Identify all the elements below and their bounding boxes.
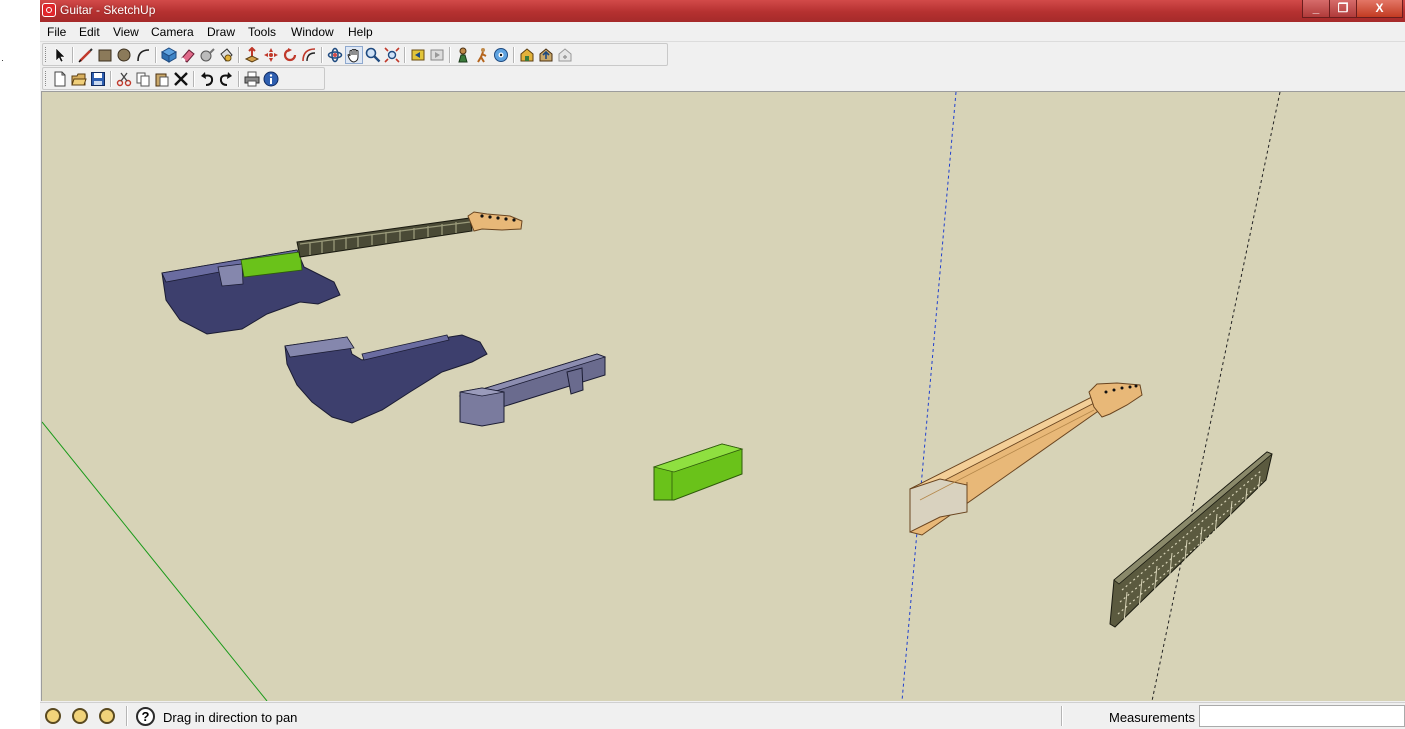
credits-icon[interactable] (72, 708, 88, 724)
fretboard-part (1109, 451, 1273, 628)
user-account-icon[interactable] (99, 708, 115, 724)
arc-icon[interactable] (134, 46, 152, 64)
open-icon[interactable] (70, 70, 88, 88)
rectangle-icon[interactable] (96, 46, 114, 64)
standard-toolbar (42, 67, 325, 90)
paste-icon[interactable] (153, 70, 171, 88)
toolbar-grip[interactable] (45, 71, 49, 86)
geo-location-icon[interactable] (45, 708, 61, 724)
orbit-icon[interactable] (326, 46, 344, 64)
share-model-icon[interactable] (537, 46, 555, 64)
tape-measure-icon[interactable] (198, 46, 216, 64)
measurements-input[interactable] (1199, 705, 1405, 727)
eraser-icon[interactable] (179, 46, 197, 64)
menu-file[interactable]: File (47, 25, 66, 39)
menu-camera[interactable]: Camera (151, 25, 194, 39)
blue-axis-dashed (901, 92, 957, 701)
menu-edit[interactable]: Edit (79, 25, 100, 39)
title-bar: Guitar - SketchUp _ ❐ X (40, 0, 1405, 22)
guitar-assembled (161, 211, 523, 335)
offset-icon[interactable] (300, 46, 318, 64)
select-icon[interactable] (51, 46, 69, 64)
look-around-icon[interactable] (492, 46, 510, 64)
undo-icon[interactable] (198, 70, 216, 88)
delete-icon[interactable] (172, 70, 190, 88)
rotate-icon[interactable] (281, 46, 299, 64)
push-pull-icon[interactable] (243, 46, 261, 64)
close-button[interactable]: X (1356, 0, 1403, 18)
status-message: Drag in direction to pan (163, 710, 298, 725)
copy-icon[interactable] (134, 70, 152, 88)
window-title: Guitar - SketchUp (60, 3, 156, 17)
drawing-viewport[interactable] (41, 91, 1405, 701)
menu-window[interactable]: Window (291, 25, 334, 39)
redo-icon[interactable] (217, 70, 235, 88)
sketchup-logo-icon[interactable] (42, 3, 56, 17)
menu-bar: File Edit View Camera Draw Tools Window … (40, 22, 1405, 42)
green-axis-line (42, 421, 268, 701)
instructor-help-icon[interactable]: ? (136, 707, 155, 726)
make-component-icon[interactable] (160, 46, 178, 64)
cut-icon[interactable] (115, 70, 133, 88)
zoom-icon[interactable] (364, 46, 382, 64)
menu-tools[interactable]: Tools (248, 25, 276, 39)
paint-bucket-icon[interactable] (217, 46, 235, 64)
line-pencil-icon[interactable] (77, 46, 95, 64)
toolbar-grip[interactable] (45, 47, 49, 62)
new-icon[interactable] (51, 70, 69, 88)
3d-warehouse-icon[interactable] (518, 46, 536, 64)
black-guide-dashed (1151, 92, 1281, 701)
maximize-button[interactable]: ❐ (1329, 0, 1357, 18)
wooden-neck-part (909, 382, 1143, 536)
pan-icon[interactable] (345, 46, 363, 64)
stray-pixel (2, 60, 3, 61)
pickup-block-part (652, 443, 744, 501)
save-icon[interactable] (89, 70, 107, 88)
model-info-icon[interactable] (262, 70, 280, 88)
neck-block-part (458, 353, 607, 427)
zoom-extents-icon[interactable] (383, 46, 401, 64)
menu-help[interactable]: Help (348, 25, 373, 39)
measurements-label: Measurements (1109, 710, 1195, 725)
guitar-body-part (284, 334, 488, 424)
sketchup-window: Guitar - SketchUp _ ❐ X File Edit View C… (40, 0, 1405, 729)
walk-icon[interactable] (473, 46, 491, 64)
move-icon[interactable] (262, 46, 280, 64)
next-view-icon[interactable] (428, 46, 446, 64)
minimize-button[interactable]: _ (1302, 0, 1330, 18)
position-camera-icon[interactable] (454, 46, 472, 64)
menu-draw[interactable]: Draw (207, 25, 235, 39)
circle-icon[interactable] (115, 46, 133, 64)
menu-view[interactable]: View (113, 25, 139, 39)
print-icon[interactable] (243, 70, 261, 88)
previous-view-icon[interactable] (409, 46, 427, 64)
extension-warehouse-icon[interactable] (556, 46, 574, 64)
status-bar: ? Drag in direction to pan Measurements (40, 702, 1405, 729)
large-tool-set-toolbar (42, 43, 668, 66)
